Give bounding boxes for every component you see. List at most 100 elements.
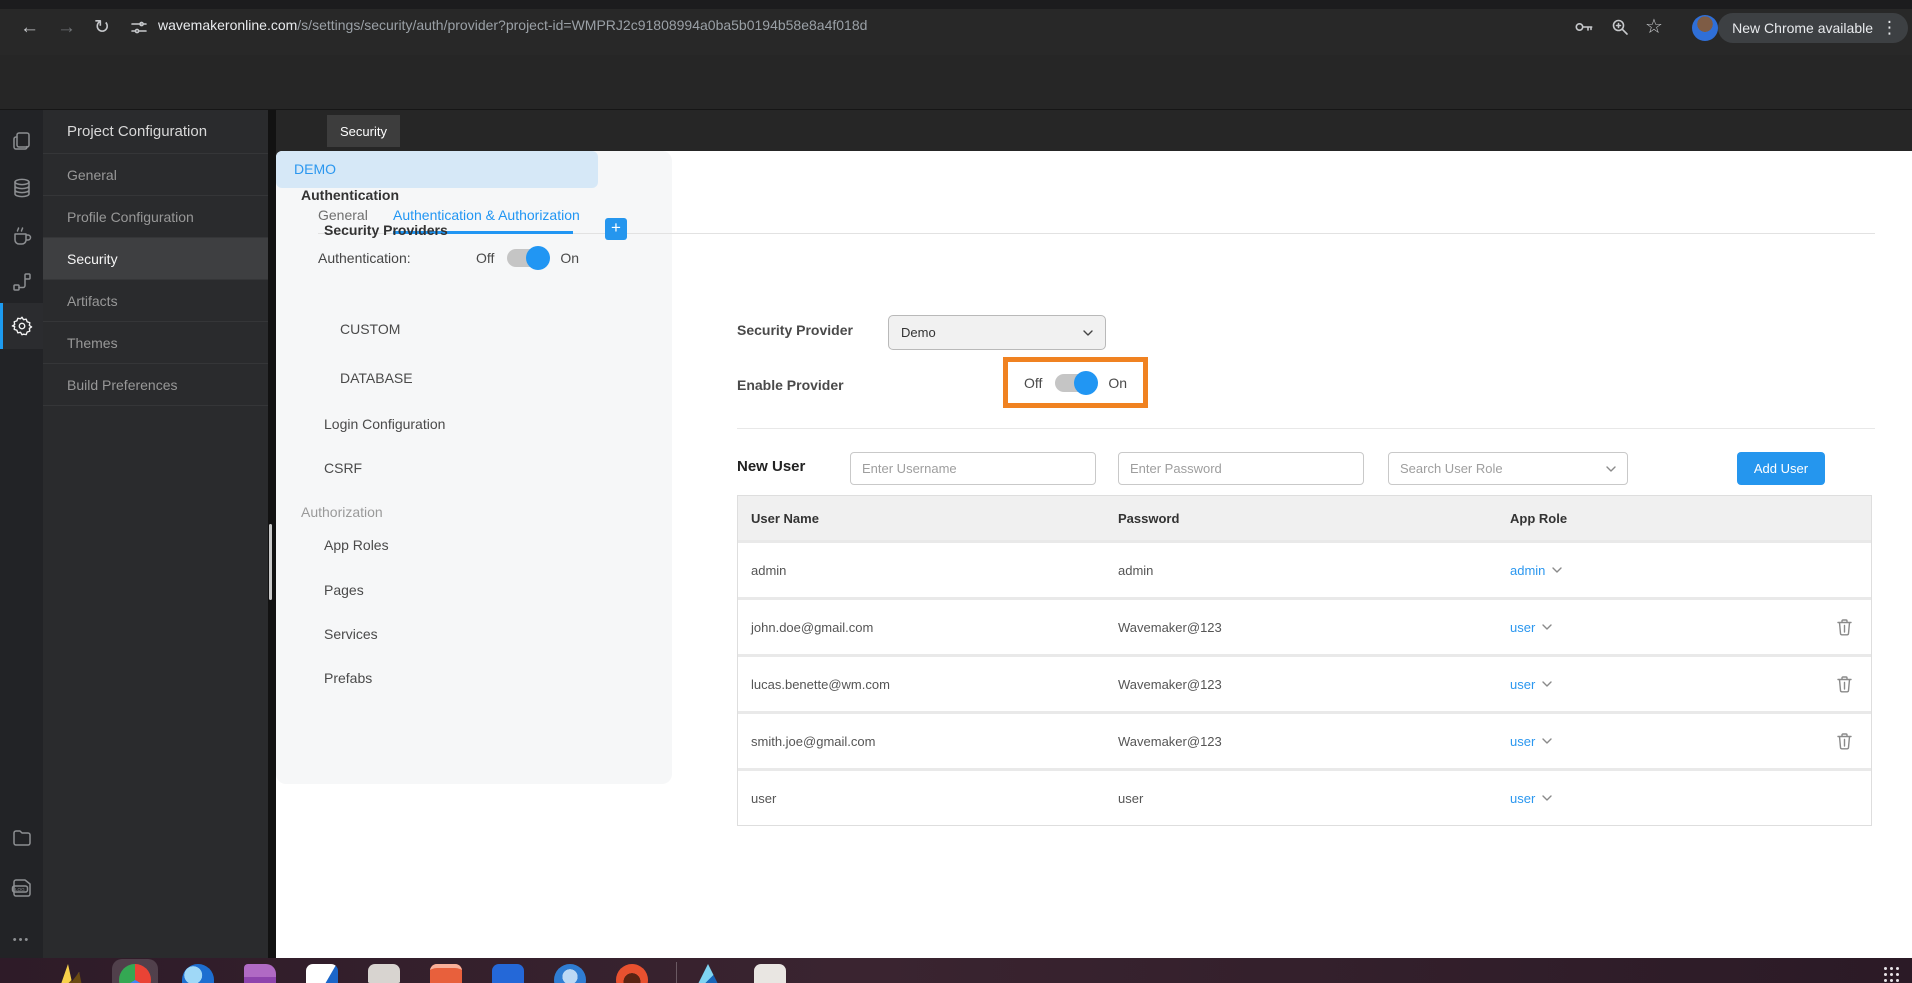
keyboard-icon[interactable] — [754, 964, 786, 983]
security-provider-value: Demo — [901, 325, 936, 340]
users-table-header: User Name Password App Role — [738, 496, 1871, 540]
sidebar-item-general[interactable]: General — [43, 154, 268, 196]
security-page-tab-label: Security — [340, 123, 387, 139]
url-bar[interactable]: wavemakeronline.com/s/settings/security/… — [158, 17, 867, 33]
authentication-toggle[interactable] — [507, 246, 551, 270]
app-roles-item[interactable]: App Roles — [324, 537, 389, 553]
cell-password: user — [1118, 790, 1144, 806]
auth-nav-panel: Authentication Security Providers + DEMO… — [276, 151, 672, 784]
cell-role-dropdown[interactable]: user — [1498, 677, 1778, 692]
docs-icon[interactable] — [492, 964, 524, 983]
chevron-down-icon — [1542, 624, 1552, 630]
delete-user-icon[interactable] — [1836, 618, 1853, 636]
site-info-tune-icon[interactable] — [130, 19, 148, 37]
connectors-icon[interactable] — [0, 259, 43, 305]
database-icon[interactable] — [0, 165, 43, 211]
sidebar-item-build-preferences[interactable]: Build Preferences — [43, 364, 268, 406]
files-icon[interactable] — [244, 964, 276, 983]
plus-icon: + — [611, 218, 621, 237]
provider-item-custom[interactable]: CUSTOM — [340, 321, 400, 337]
passwords-key-icon[interactable] — [1574, 19, 1594, 35]
browser-reload-icon[interactable]: ↻ — [94, 18, 110, 37]
authentication-off-label: Off — [476, 250, 495, 266]
sidebar-scrollbar[interactable] — [269, 524, 272, 600]
icon-rail: LOG ••• — [0, 110, 43, 983]
gimp-icon[interactable] — [56, 964, 84, 983]
users-table: User Name Password App Role admin admin … — [737, 495, 1872, 826]
browser-chrome: ← → ↻ wavemakeronline.com/s/settings/sec… — [0, 0, 1912, 55]
user-role-select[interactable]: Search User Role — [1388, 452, 1628, 485]
content-header-bar: Security — [276, 110, 1912, 151]
settings-gear-icon[interactable] — [0, 303, 43, 349]
os-taskbar — [0, 958, 1912, 983]
username-input[interactable] — [850, 452, 1096, 485]
rhythmbox-icon[interactable] — [368, 964, 400, 983]
rail-more-icon[interactable]: ••• — [0, 917, 43, 963]
cell-username: admin — [751, 562, 787, 578]
new-user-label: New User — [737, 458, 806, 475]
delete-user-icon[interactable] — [1836, 675, 1853, 693]
java-services-icon[interactable] — [0, 212, 43, 258]
mascot-icon[interactable] — [616, 964, 648, 983]
svg-text:LOG: LOG — [15, 887, 25, 892]
log-file-icon[interactable]: LOG — [0, 865, 43, 911]
enable-provider-label: Enable Provider — [737, 377, 844, 393]
url-domain: wavemakeronline.com — [158, 17, 298, 33]
csrf-item[interactable]: CSRF — [324, 460, 362, 476]
screen: ← → ↻ wavemakeronline.com/s/settings/sec… — [0, 0, 1912, 983]
authentication-label: Authentication: — [318, 250, 411, 266]
sidebar-item-security[interactable]: Security — [43, 238, 268, 280]
security-page-tab[interactable]: Security — [327, 115, 400, 147]
add-user-button[interactable]: Add User — [1737, 452, 1825, 485]
table-row-smith-joe: smith.joe@gmail.com Wavemaker@123 user — [738, 714, 1871, 768]
table-row-user: user user user — [738, 771, 1871, 825]
enable-provider-highlight-box: Off On — [1003, 357, 1148, 408]
browser-forward-icon[interactable]: → — [57, 18, 76, 37]
app-center-icon[interactable] — [430, 964, 462, 983]
browser-tab-seam — [0, 0, 1912, 9]
provider-item-demo[interactable]: DEMO — [276, 151, 598, 188]
cell-role-dropdown[interactable]: user — [1498, 734, 1778, 749]
url-path: /s/settings/security/auth/provider?proje… — [297, 17, 868, 33]
help-icon[interactable] — [554, 964, 586, 983]
browser-back-icon[interactable]: ← — [20, 18, 39, 37]
prefabs-item[interactable]: Prefabs — [324, 670, 372, 686]
password-input[interactable] — [1118, 452, 1364, 485]
chrome-update-pill[interactable]: New Chrome available ⋮ — [1718, 13, 1908, 43]
prism-icon[interactable] — [692, 964, 724, 983]
provider-item-database[interactable]: DATABASE — [340, 370, 413, 386]
add-provider-button[interactable]: + — [605, 218, 627, 240]
zoom-search-icon[interactable] — [1611, 18, 1629, 36]
services-item[interactable]: Services — [324, 626, 378, 642]
enable-provider-off-label: Off — [1023, 374, 1043, 391]
folder-icon[interactable] — [0, 815, 43, 861]
cell-role-dropdown[interactable]: admin — [1498, 563, 1778, 578]
enable-provider-toggle[interactable] — [1055, 370, 1099, 395]
browser-profile-avatar[interactable] — [1692, 15, 1718, 41]
writer-icon[interactable] — [306, 964, 338, 983]
authentication-section-header: Authentication — [301, 187, 399, 203]
authentication-toggle-row: Authentication: Off On — [318, 246, 579, 270]
delete-user-icon[interactable] — [1836, 732, 1853, 750]
security-provider-select[interactable]: Demo — [888, 315, 1106, 350]
thunderbird-icon[interactable] — [182, 964, 214, 983]
bookmark-star-icon[interactable]: ☆ — [1645, 17, 1663, 37]
chevron-down-icon — [1542, 738, 1552, 744]
pages-item[interactable]: Pages — [324, 582, 364, 598]
cell-password: Wavemaker@123 — [1118, 619, 1222, 635]
enable-provider-on-label: On — [1108, 374, 1128, 391]
pages-icon[interactable] — [0, 118, 43, 164]
show-apps-icon[interactable] — [1884, 967, 1900, 983]
cell-role-dropdown[interactable]: user — [1498, 620, 1778, 635]
sidebar-item-themes[interactable]: Themes — [43, 322, 268, 364]
sidebar-item-profile-configuration[interactable]: Profile Configuration — [43, 196, 268, 238]
login-configuration-item[interactable]: Login Configuration — [324, 416, 445, 432]
tab-authentication-authorization[interactable]: Authentication & Authorization — [393, 207, 580, 223]
cell-role-dropdown[interactable]: user — [1498, 791, 1778, 806]
sidebar-item-artifacts[interactable]: Artifacts — [43, 280, 268, 322]
tab-general[interactable]: General — [318, 207, 368, 223]
chrome-update-label: New Chrome available — [1732, 20, 1873, 36]
cell-password: admin — [1118, 562, 1154, 578]
browser-menu-kebab-icon[interactable]: ⋮ — [1881, 18, 1898, 38]
col-password: Password — [1118, 510, 1180, 526]
